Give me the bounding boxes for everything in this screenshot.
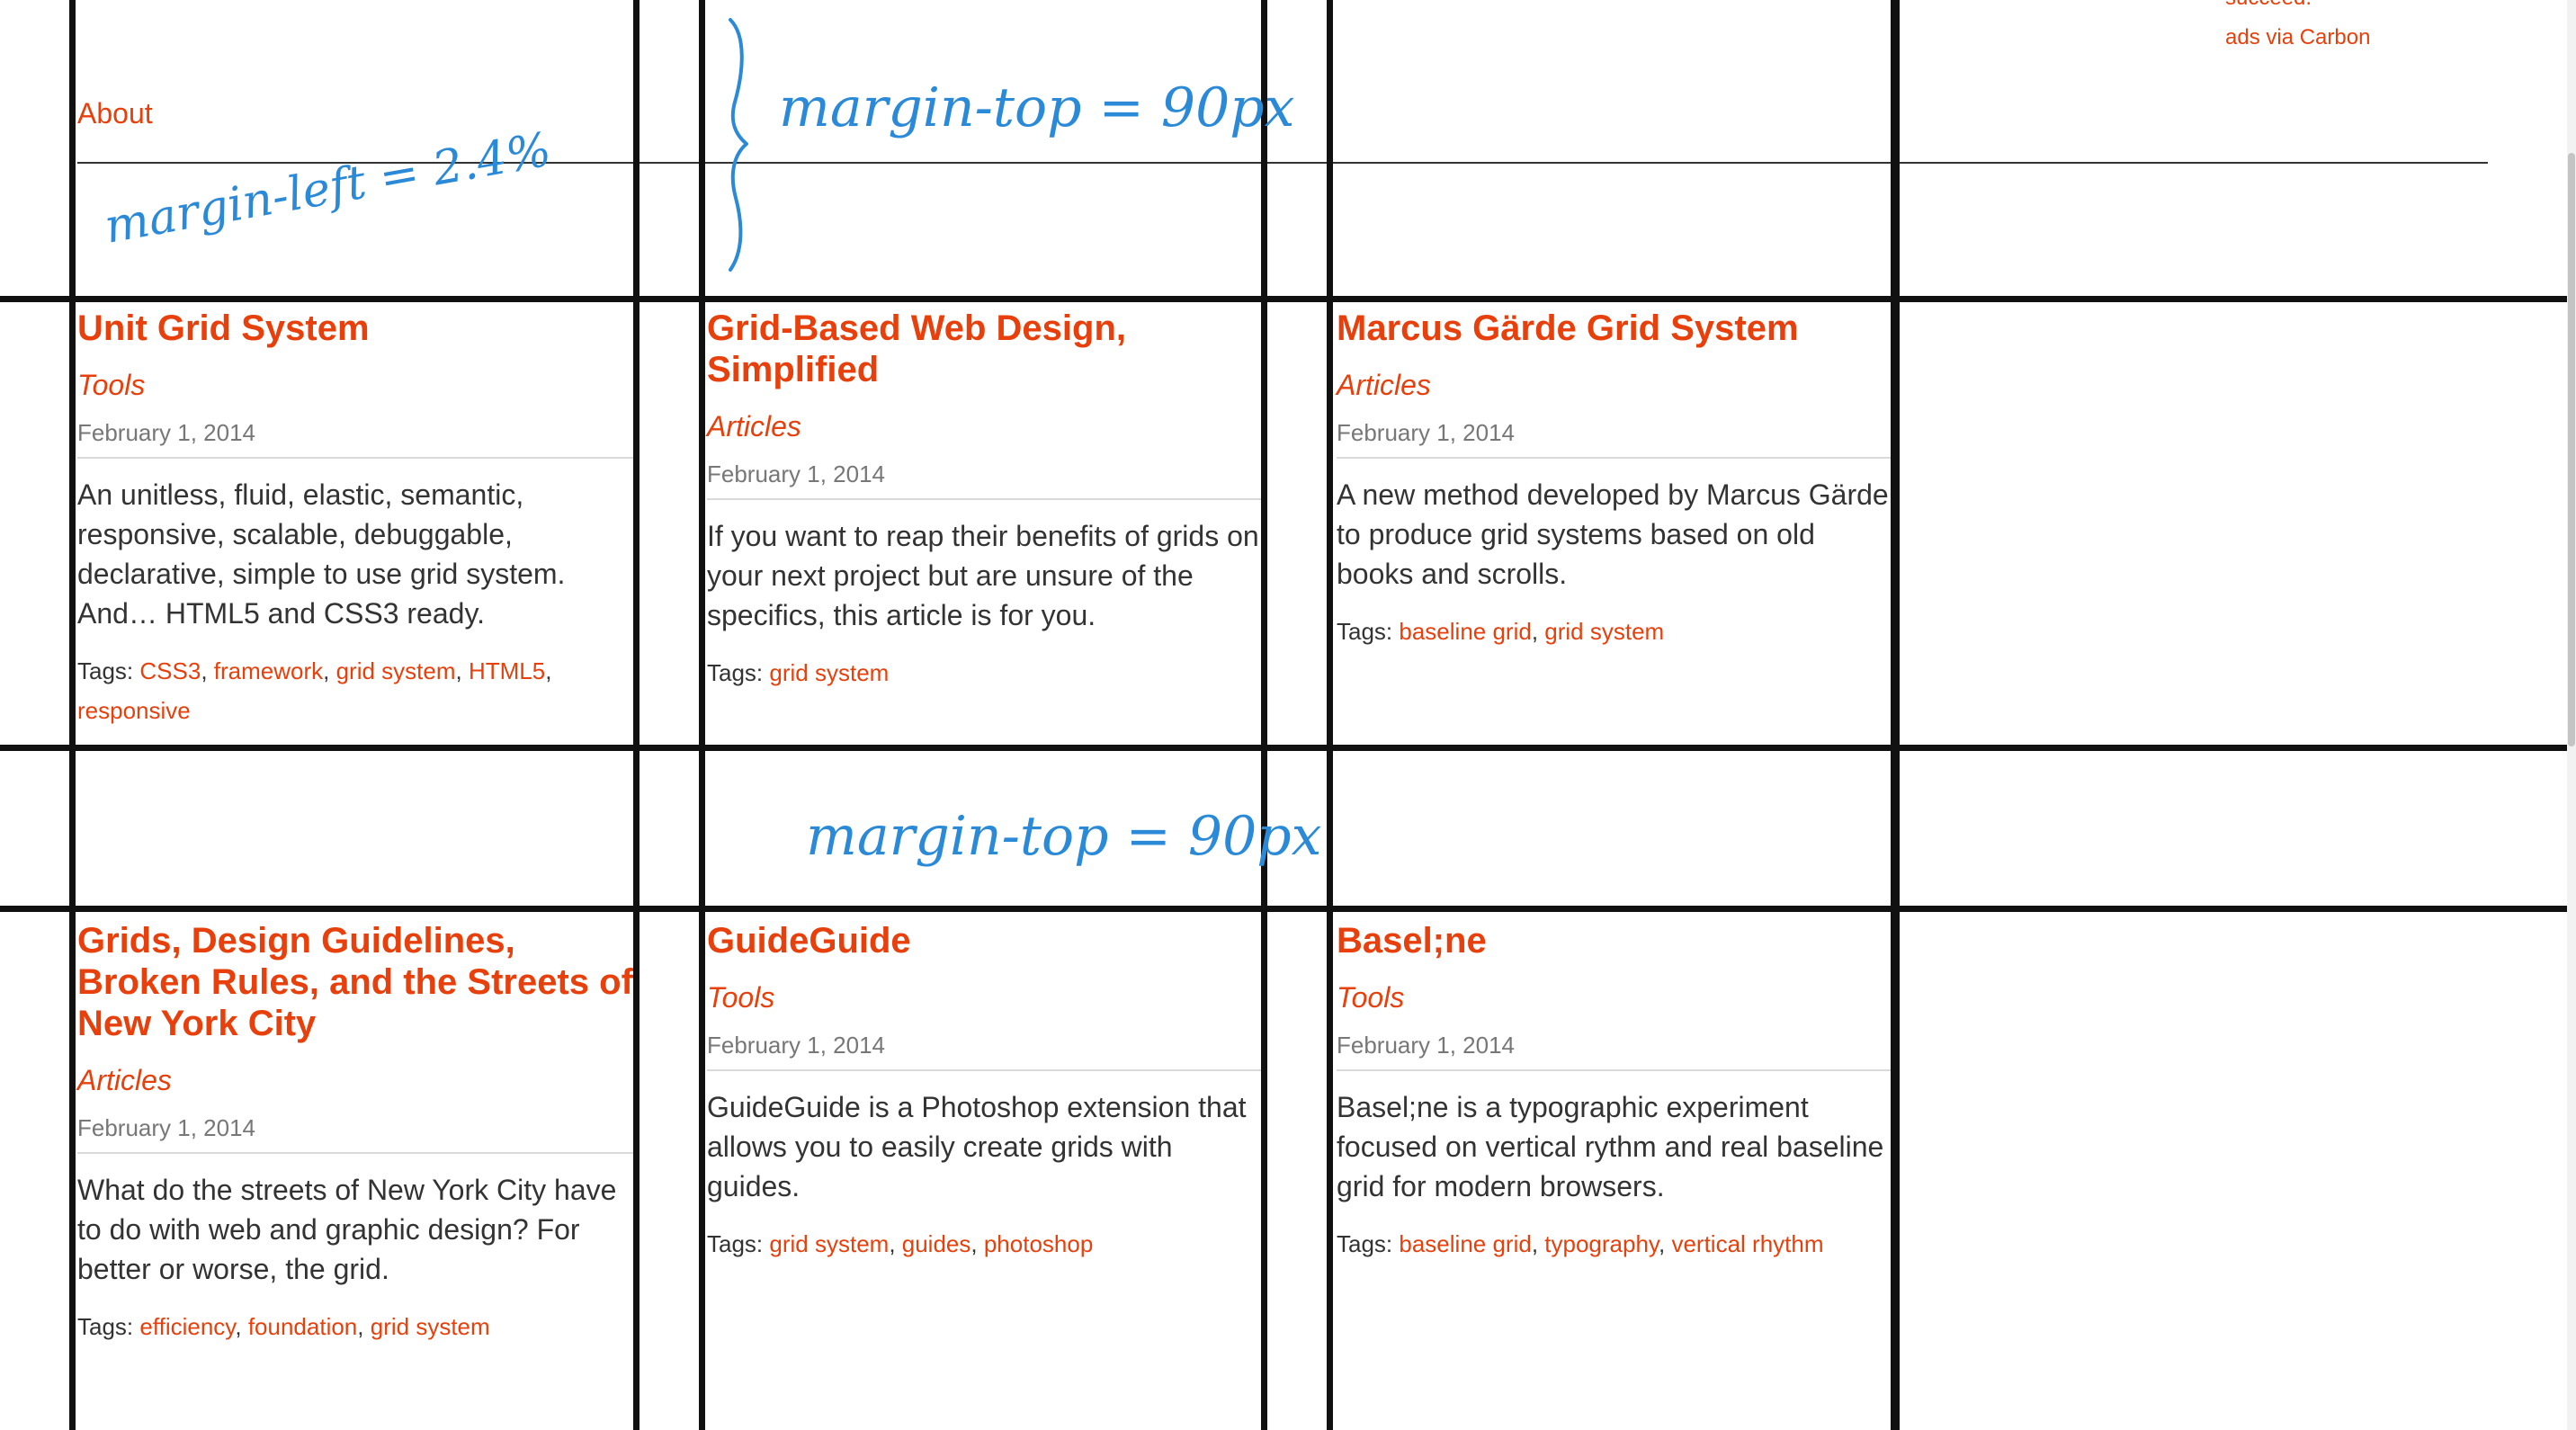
header-divider <box>77 162 2488 164</box>
tag-link[interactable]: baseline grid <box>1399 618 1531 645</box>
tags-label: Tags: <box>1337 618 1393 645</box>
card-title-link[interactable]: Unit Grid System <box>77 308 635 349</box>
ads-via-carbon-link[interactable]: ads via Carbon <box>2225 25 2370 50</box>
tag-link[interactable]: framework <box>214 657 323 684</box>
grid-item-card: Unit Grid System Tools February 1, 2014 … <box>77 308 635 730</box>
tag-link[interactable]: baseline grid <box>1399 1230 1531 1257</box>
card-title-link[interactable]: Grids, Design Guidelines, Broken Rules, … <box>77 920 635 1044</box>
card-date: February 1, 2014 <box>77 1114 635 1154</box>
card-category: Articles <box>707 410 801 442</box>
card-description: Basel;ne is a typographic experiment foc… <box>1337 1091 1884 1202</box>
tag-link[interactable]: typography <box>1544 1230 1659 1257</box>
brace-annotation <box>729 18 748 272</box>
tag-link[interactable]: responsive <box>77 697 191 724</box>
tag-link[interactable]: grid system <box>371 1313 490 1340</box>
tag-link[interactable]: photoshop <box>984 1230 1093 1257</box>
scrollbar[interactable] <box>2567 0 2576 1430</box>
about-link[interactable]: About <box>77 97 153 130</box>
card-category: Articles <box>77 1064 172 1096</box>
tag-link[interactable]: foundation <box>248 1313 357 1340</box>
card-date: February 1, 2014 <box>707 460 1265 500</box>
tag-link[interactable]: HTML5 <box>469 657 545 684</box>
tags-label: Tags: <box>77 1313 134 1340</box>
tags-label: Tags: <box>1337 1230 1393 1257</box>
card-category: Articles <box>1337 369 1431 401</box>
card-tags: Tags: baseline grid, typography, vertica… <box>1337 1230 1824 1257</box>
scrollbar-thumb[interactable] <box>2568 153 2575 746</box>
card-title-link[interactable]: GuideGuide <box>707 920 1265 961</box>
tags-label: Tags: <box>77 657 134 684</box>
grid-overlay-line <box>699 0 705 1430</box>
grid-overlay-line <box>0 296 2576 302</box>
ad-text: succeed. <box>2225 0 2312 11</box>
grid-overlay-line <box>1893 0 1900 1430</box>
card-date: February 1, 2014 <box>1337 419 1894 459</box>
grid-item-card: Marcus Gärde Grid System Articles Februa… <box>1337 308 1894 651</box>
grid-item-card: Grid-Based Web Design, Simplified Articl… <box>707 308 1265 693</box>
card-date: February 1, 2014 <box>707 1032 1265 1071</box>
card-tags: Tags: efficiency, foundation, grid syste… <box>77 1313 490 1340</box>
tags-label: Tags: <box>707 659 764 686</box>
tag-link[interactable]: CSS3 <box>139 657 201 684</box>
card-tags: Tags: grid system <box>707 653 1265 693</box>
tag-link[interactable]: grid system <box>336 657 456 684</box>
card-date: February 1, 2014 <box>1337 1032 1894 1071</box>
card-description: If you want to reap their benefits of gr… <box>707 520 1259 631</box>
grid-overlay-line <box>633 0 640 1430</box>
grid-item-card: Grids, Design Guidelines, Broken Rules, … <box>77 920 635 1346</box>
tags-label: Tags: <box>707 1230 764 1257</box>
tag-link[interactable]: guides <box>902 1230 971 1257</box>
card-description: A new method developed by Marcus Gärde t… <box>1337 478 1889 590</box>
card-tags: Tags: CSS3, framework, grid system, HTML… <box>77 657 552 724</box>
annotation-margin-top-row: margin-top = 90px <box>806 805 1322 868</box>
grid-overlay-line <box>1261 0 1267 1430</box>
grid-item-card: Basel;ne Tools February 1, 2014 Basel;ne… <box>1337 920 1894 1264</box>
tag-link[interactable]: vertical rhythm <box>1671 1230 1823 1257</box>
card-description: An unitless, fluid, elastic, semantic, r… <box>77 478 566 630</box>
card-description: GuideGuide is a Photoshop extension that… <box>707 1091 1247 1202</box>
grid-item-card: GuideGuide Tools February 1, 2014 GuideG… <box>707 920 1265 1264</box>
card-title-link[interactable]: Marcus Gärde Grid System <box>1337 308 1894 349</box>
grid-overlay-line <box>0 906 2576 912</box>
card-date: February 1, 2014 <box>77 419 635 459</box>
card-title-link[interactable]: Grid-Based Web Design, Simplified <box>707 308 1265 390</box>
card-description: What do the streets of New York City hav… <box>77 1174 617 1285</box>
card-category: Tools <box>77 369 146 401</box>
tag-link[interactable]: grid system <box>1544 618 1664 645</box>
card-tags: Tags: grid system, guides, photoshop <box>707 1230 1094 1257</box>
card-tags: Tags: baseline grid, grid system <box>1337 618 1665 645</box>
annotation-margin-left: margin-left = 2.4% <box>101 122 555 254</box>
annotation-margin-top-header: margin-top = 90px <box>779 76 1295 139</box>
grid-overlay-line <box>0 745 2576 751</box>
tag-link[interactable]: efficiency <box>139 1313 235 1340</box>
grid-overlay-line <box>1327 0 1333 1430</box>
card-title-link[interactable]: Basel;ne <box>1337 920 1894 961</box>
tag-link[interactable]: grid system <box>769 1230 889 1257</box>
tag-link[interactable]: grid system <box>769 659 889 686</box>
card-category: Tools <box>707 981 775 1014</box>
card-category: Tools <box>1337 981 1405 1014</box>
grid-overlay-line <box>69 0 76 1430</box>
